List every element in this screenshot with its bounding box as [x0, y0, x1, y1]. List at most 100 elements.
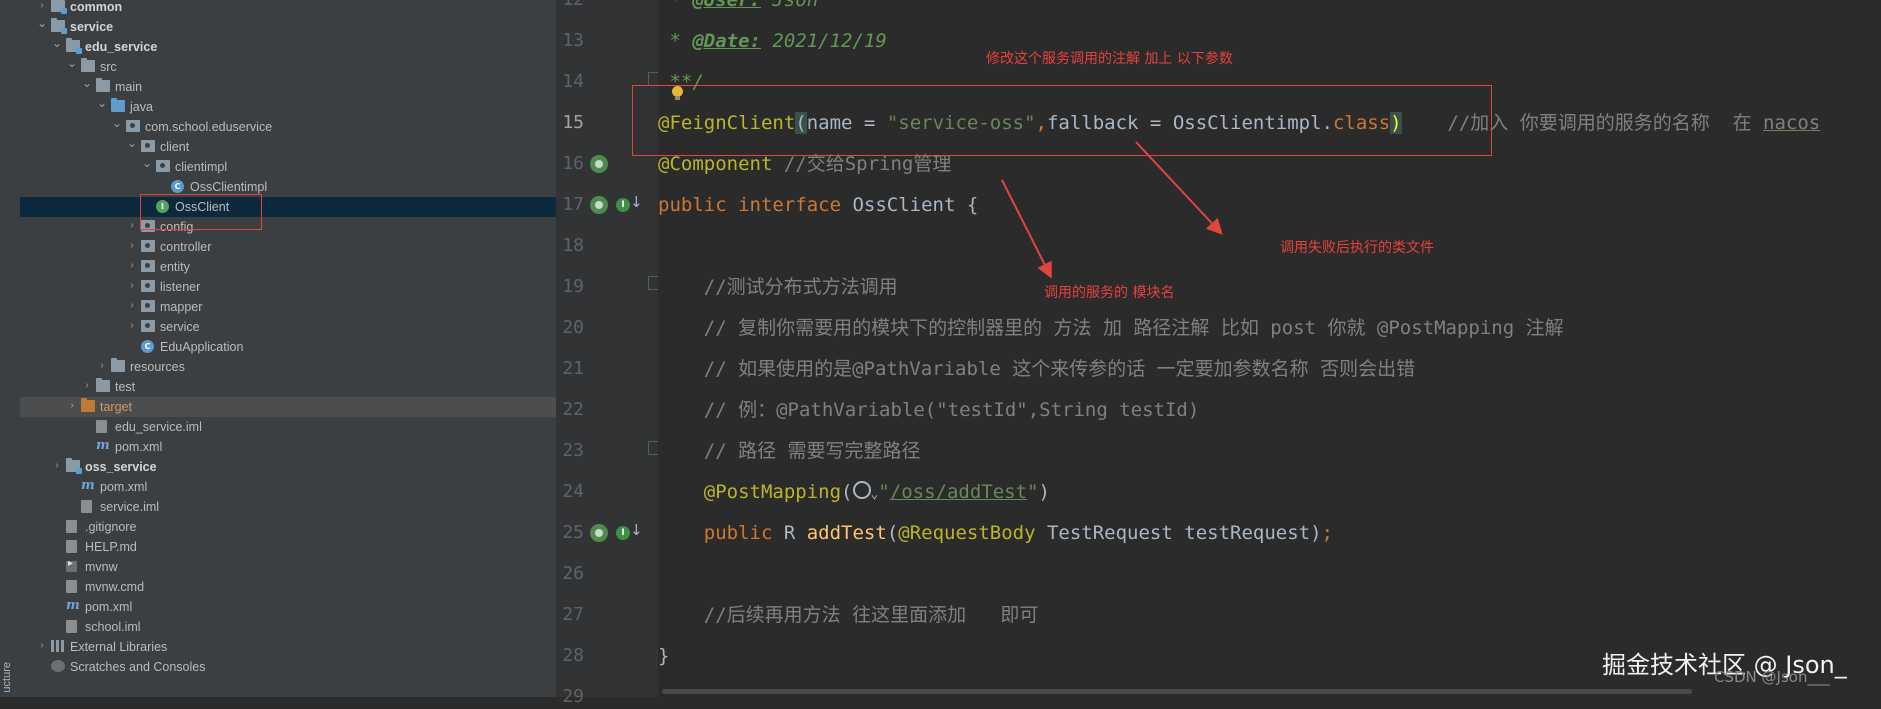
code-line-13: * @Date: 2021/12/19	[658, 30, 887, 52]
folder-icon	[111, 358, 125, 372]
tree-item[interactable]: ⌄ clientimpl	[20, 156, 556, 177]
code-line-20: // 复制你需要用的模块下的控制器里的 方法 加 路径注解 比如 post 你就…	[658, 317, 1564, 339]
spring-bean-icon[interactable]	[590, 196, 608, 214]
package-icon	[141, 300, 155, 312]
line-number[interactable]: 24	[558, 480, 584, 504]
line-number[interactable]: 29	[558, 685, 584, 709]
line-number[interactable]: 16	[558, 152, 584, 176]
line-number[interactable]: 12	[558, 0, 584, 12]
tree-item[interactable]: ⌄ com.school.eduservice	[20, 116, 556, 137]
tree-item[interactable]: › controller	[20, 237, 556, 257]
maven-icon: m	[81, 478, 95, 493]
tree-item[interactable]: › entity	[20, 257, 556, 277]
line-number[interactable]: 14	[558, 70, 584, 94]
collapse-arrow-icon[interactable]: ›	[66, 399, 78, 413]
expand-arrow-icon[interactable]: ⌄	[141, 156, 153, 170]
line-number[interactable]: 18	[558, 234, 584, 258]
tree-item[interactable]: › listener	[20, 277, 556, 297]
tree-item[interactable]: › service	[20, 317, 556, 337]
collapse-arrow-icon[interactable]: ›	[126, 239, 138, 253]
tree-item[interactable]: ⌄ src	[20, 56, 556, 77]
collapse-arrow-icon[interactable]: ›	[36, 0, 48, 13]
tree-item[interactable]: › External Libraries	[20, 637, 556, 657]
tree-item-label: service.iml	[100, 500, 160, 514]
collapse-arrow-icon[interactable]: ›	[126, 319, 138, 333]
tree-item[interactable]: ⌄ client	[20, 136, 556, 157]
collapse-arrow-icon[interactable]: ›	[96, 359, 108, 373]
tree-item[interactable]: ⌄ java	[20, 96, 556, 117]
tree-item[interactable]: › common	[20, 0, 556, 17]
tree-item[interactable]: I OssClient	[20, 197, 556, 217]
line-number[interactable]: 19	[558, 275, 584, 299]
web-endpoint-icon[interactable]	[590, 524, 608, 542]
tree-item[interactable]: school.iml	[20, 617, 556, 637]
expand-arrow-icon[interactable]: ⌄	[51, 36, 63, 50]
tree-item[interactable]: › oss_service	[20, 457, 556, 477]
expand-arrow-icon[interactable]: ⌄	[66, 56, 78, 70]
tree-item[interactable]: HELP.md	[20, 537, 556, 557]
project-tree[interactable]: › common ⌄ service ⌄ edu_service ⌄ src ⌄ main ⌄ jav…	[20, 0, 556, 697]
collapse-arrow-icon[interactable]: ›	[126, 259, 138, 273]
watermark-csdn: CSDN @Json___	[1714, 668, 1830, 686]
tree-item[interactable]: Scratches and Consoles	[20, 657, 556, 677]
structure-tab-label[interactable]: ucture	[1, 662, 13, 693]
tree-item-label: pom.xml	[115, 440, 163, 454]
globe-icon[interactable]	[852, 481, 871, 499]
tree-item[interactable]: mvnw.cmd	[20, 577, 556, 597]
line-number[interactable]: 17	[558, 193, 584, 217]
line-number[interactable]: 26	[558, 562, 584, 586]
line-number[interactable]: 20	[558, 316, 584, 340]
tree-item-label: listener	[160, 280, 201, 294]
tree-item[interactable]: › resources	[20, 357, 556, 377]
line-number[interactable]: 25	[558, 521, 584, 545]
structure-tool-strip[interactable]: ucture	[0, 0, 21, 697]
tree-item[interactable]: › target	[20, 397, 556, 417]
expand-arrow-icon[interactable]: ⌄	[111, 116, 123, 130]
file-icon	[66, 520, 77, 533]
collapse-arrow-icon[interactable]: ›	[126, 279, 138, 293]
line-number[interactable]: 27	[558, 603, 584, 627]
tree-item-label: Scratches and Consoles	[70, 660, 206, 674]
tree-item-label: .gitignore	[85, 520, 137, 534]
line-number[interactable]: 22	[558, 398, 584, 422]
spring-bean-icon[interactable]	[590, 155, 608, 173]
collapse-arrow-icon[interactable]: ›	[51, 459, 63, 473]
tree-item-label: oss_service	[85, 460, 157, 474]
collapse-arrow-icon[interactable]: ›	[126, 299, 138, 313]
tree-item[interactable]: service.iml	[20, 497, 556, 517]
tree-item[interactable]: C EduApplication	[20, 337, 556, 357]
expand-arrow-icon[interactable]: ⌄	[81, 76, 93, 90]
expand-arrow-icon[interactable]: ⌄	[126, 136, 138, 150]
collapse-arrow-icon[interactable]: ›	[81, 379, 93, 393]
tree-item[interactable]: m pom.xml	[20, 597, 556, 617]
tree-item[interactable]: › mapper	[20, 297, 556, 317]
tree-item[interactable]: › config	[20, 217, 556, 237]
folder-icon	[111, 98, 125, 112]
expand-arrow-icon[interactable]: ⌄	[96, 96, 108, 110]
implementations-arrow-icon[interactable]: ↓	[630, 521, 643, 539]
tree-item[interactable]: mvnw	[20, 557, 556, 577]
tree-item[interactable]: ⌄ edu_service	[20, 36, 556, 57]
horizontal-scrollbar[interactable]	[662, 689, 1692, 694]
tree-item[interactable]: C OssClientimpl	[20, 177, 556, 197]
tree-item[interactable]: m pom.xml	[20, 477, 556, 497]
folder-icon	[51, 18, 67, 34]
collapse-arrow-icon[interactable]: ›	[126, 219, 138, 233]
tree-item[interactable]: edu_service.iml	[20, 417, 556, 437]
folder-icon	[66, 38, 82, 54]
line-number[interactable]: 28	[558, 644, 584, 668]
tree-item[interactable]: m pom.xml	[20, 437, 556, 457]
expand-arrow-icon[interactable]: ⌄	[36, 16, 48, 30]
line-number[interactable]: 13	[558, 29, 584, 53]
implemented-icon[interactable]: I	[616, 198, 630, 212]
tree-item[interactable]: › test	[20, 377, 556, 397]
tree-item[interactable]: ⌄ main	[20, 76, 556, 97]
line-number[interactable]: 15	[558, 111, 584, 135]
implemented-icon[interactable]: I	[616, 526, 630, 540]
line-number[interactable]: 21	[558, 357, 584, 381]
collapse-arrow-icon[interactable]: ›	[36, 639, 48, 653]
implementations-arrow-icon[interactable]: ↓	[630, 193, 643, 211]
line-number[interactable]: 23	[558, 439, 584, 463]
tree-item[interactable]: ⌄ service	[20, 16, 556, 37]
tree-item[interactable]: .gitignore	[20, 517, 556, 537]
